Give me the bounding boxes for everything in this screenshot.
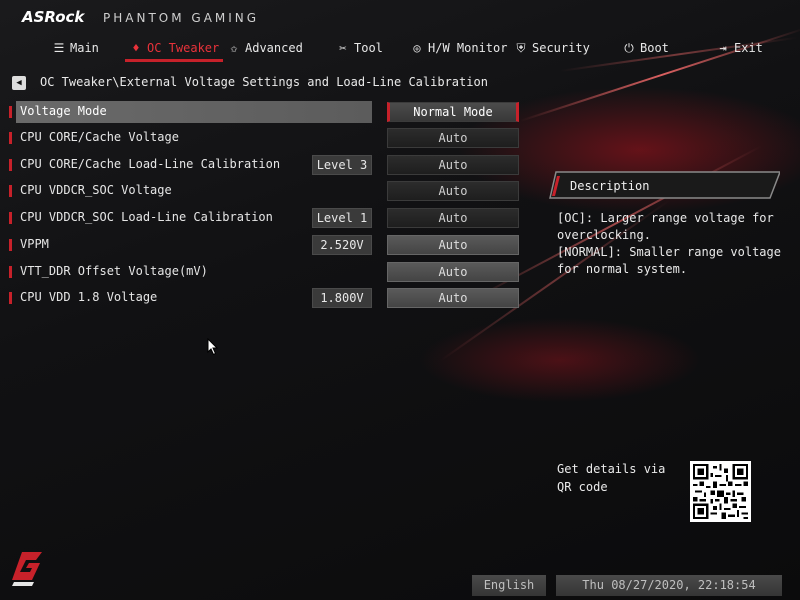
tab-exit[interactable]: ⇥ Exit <box>716 38 763 58</box>
setting-value-button[interactable]: Auto <box>387 288 519 308</box>
monitor-icon: ◎ <box>413 41 421 55</box>
tab-security-label: Security <box>532 41 590 55</box>
phantom-gaming-logo <box>8 548 48 590</box>
setting-label: Voltage Mode <box>20 104 107 118</box>
setting-label: VTT_DDR Offset Voltage(mV) <box>20 264 208 278</box>
setting-label: CPU VDDCR_SOC Load-Line Calibration <box>20 210 273 224</box>
mouse-cursor-icon <box>207 337 219 359</box>
setting-value-button[interactable]: Normal Mode <box>387 102 519 122</box>
setting-value-button[interactable]: Auto <box>387 235 519 255</box>
tab-hw-monitor[interactable]: ◎ H/W Monitor <box>410 38 507 58</box>
tab-advanced[interactable]: ✩ Advanced <box>227 38 303 58</box>
setting-label: VPPM <box>20 237 49 251</box>
row-marker <box>9 239 12 251</box>
tab-tool[interactable]: ✂ Tool <box>336 38 383 58</box>
tab-exit-label: Exit <box>734 41 763 55</box>
back-button[interactable]: ◀ <box>12 76 26 90</box>
description-title: Description <box>570 179 650 193</box>
tab-main-label: Main <box>70 41 99 55</box>
row-marker <box>9 292 12 304</box>
tab-main[interactable]: ☰ Main <box>52 38 99 58</box>
setting-value-button[interactable]: Auto <box>387 208 519 228</box>
qr-caption: Get details via QR code <box>557 462 666 494</box>
setting-row-cpu-vdd-18-voltage[interactable]: CPU VDD 1.8 Voltage 1.800V Auto <box>0 286 530 310</box>
description-line: [OC]: Larger range voltage for <box>557 211 774 225</box>
setting-value-button[interactable]: Auto <box>387 181 519 201</box>
tab-advanced-label: Advanced <box>245 41 303 55</box>
row-marker <box>9 212 12 224</box>
current-value: Level 3 <box>312 155 372 175</box>
tab-security[interactable]: ⛨ Security <box>514 38 590 58</box>
description-line: [NORMAL]: Smaller range voltage <box>557 245 781 259</box>
tab-oc-tweaker-label: OC Tweaker <box>147 41 220 55</box>
tab-oc-tweaker[interactable]: ♦ OC Tweaker <box>124 38 224 62</box>
setting-row-vppm[interactable]: VPPM 2.520V Auto <box>0 233 530 257</box>
tab-boot[interactable]: ⏻ Boot <box>622 38 669 58</box>
flame-icon: ♦ <box>132 41 140 55</box>
exit-icon: ⇥ <box>719 41 727 55</box>
setting-row-vtt-ddr-offset[interactable]: VTT_DDR Offset Voltage(mV) Auto <box>0 260 530 284</box>
shield-icon: ⛨ <box>516 40 526 55</box>
row-marker <box>9 132 12 144</box>
current-value: 2.520V <box>312 235 372 255</box>
setting-row-cpu-core-cache-voltage[interactable]: CPU CORE/Cache Voltage Auto <box>0 126 530 150</box>
setting-value-button[interactable]: Auto <box>387 262 519 282</box>
back-arrow-icon: ◀ <box>16 78 22 88</box>
setting-row-cpu-vddcr-soc-voltage[interactable]: CPU VDDCR_SOC Voltage Auto <box>0 179 530 203</box>
setting-row-cpu-core-cache-llc[interactable]: CPU CORE/Cache Load-Line Calibration Lev… <box>0 153 530 177</box>
setting-row-voltage-mode[interactable]: Voltage Mode Normal Mode <box>0 100 530 124</box>
current-value: Level 1 <box>312 208 372 228</box>
description-line: overclocking. <box>557 228 651 242</box>
power-icon: ⏻ <box>624 40 634 55</box>
star-icon: ✩ <box>230 41 238 55</box>
setting-label: CPU VDDCR_SOC Voltage <box>20 183 172 197</box>
datetime-display: Thu 08/27/2020, 22:18:54 <box>556 575 782 596</box>
tab-hw-monitor-label: H/W Monitor <box>428 41 508 55</box>
breadcrumb: OC Tweaker\External Voltage Settings and… <box>40 75 488 89</box>
row-marker <box>9 185 12 197</box>
setting-value-button[interactable]: Auto <box>387 155 519 175</box>
row-marker <box>9 106 12 118</box>
setting-value-button[interactable]: Auto <box>387 128 519 148</box>
tab-tool-label: Tool <box>354 41 383 55</box>
phantom-gaming-title: PHANTOM GAMING <box>103 11 260 25</box>
setting-row-cpu-vddcr-soc-llc[interactable]: CPU VDDCR_SOC Load-Line Calibration Leve… <box>0 206 530 230</box>
language-button[interactable]: English <box>472 575 546 596</box>
tab-boot-label: Boot <box>640 41 669 55</box>
asrock-logo: ASRock <box>22 8 85 26</box>
description-text: [OC]: Larger range voltage for overclock… <box>557 210 787 278</box>
top-nav: ☰ Main ♦ OC Tweaker ✩ Advanced ✂ Tool ◎ … <box>0 38 800 62</box>
row-marker <box>9 266 12 278</box>
qr-code <box>690 461 751 522</box>
tools-icon: ✂ <box>339 41 347 55</box>
description-line: for normal system. <box>557 262 688 276</box>
menu-icon: ☰ <box>53 41 65 55</box>
current-value: 1.800V <box>312 288 372 308</box>
description-header: Description <box>548 170 780 200</box>
setting-label: CPU CORE/Cache Voltage <box>20 130 179 144</box>
row-marker <box>9 159 12 171</box>
setting-label: CPU CORE/Cache Load-Line Calibration <box>20 157 281 171</box>
setting-label: CPU VDD 1.8 Voltage <box>20 290 158 304</box>
